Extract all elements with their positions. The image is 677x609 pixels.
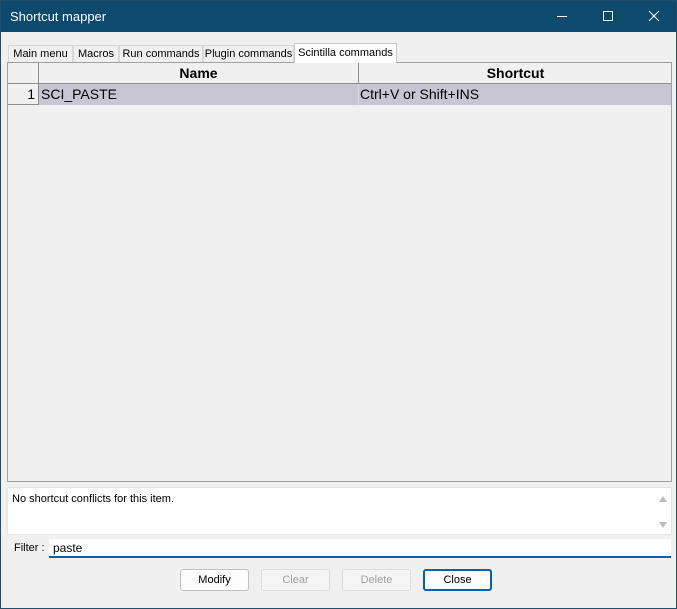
scroll-up-arrow-icon[interactable] (658, 494, 668, 504)
close-button[interactable]: Close (423, 569, 492, 591)
delete-button[interactable]: Delete (342, 569, 411, 591)
conflict-message: No shortcut conflicts for this item. (12, 493, 174, 505)
tab-run-commands[interactable]: Run commands (119, 45, 203, 62)
modify-button[interactable]: Modify (180, 569, 249, 591)
maximize-icon (603, 11, 613, 21)
tab-main-menu[interactable]: Main menu (8, 45, 73, 62)
tab-scintilla-commands[interactable]: Scintilla commands (294, 43, 397, 63)
table-row-name[interactable]: SCI_PASTE (39, 84, 359, 105)
filter-input[interactable] (49, 539, 671, 558)
shortcut-grid[interactable]: Name Shortcut 1 SCI_PASTE Ctrl+V or Shif… (7, 62, 672, 482)
maximize-button[interactable] (585, 1, 631, 32)
minimize-button[interactable] (539, 1, 585, 32)
window-title: Shortcut mapper (10, 9, 107, 24)
tab-macros[interactable]: Macros (73, 45, 119, 62)
close-window-button[interactable] (631, 1, 676, 32)
clear-button[interactable]: Clear (261, 569, 330, 591)
shortcut-mapper-window: Shortcut mapper Main menu Macros Run com… (0, 0, 677, 609)
minimize-icon (557, 16, 567, 17)
conflict-info-box: No shortcut conflicts for this item. (7, 487, 672, 535)
row-number-header (8, 63, 39, 84)
table-row-shortcut[interactable]: Ctrl+V or Shift+INS (359, 84, 671, 105)
column-header-name[interactable]: Name (39, 63, 359, 84)
row-number: 1 (8, 84, 39, 105)
tab-plugin-commands[interactable]: Plugin commands (203, 45, 294, 62)
scroll-down-arrow-icon[interactable] (658, 520, 668, 530)
close-icon (648, 10, 660, 22)
filter-label: Filter : (14, 542, 45, 554)
title-bar[interactable]: Shortcut mapper (1, 1, 676, 32)
column-header-shortcut[interactable]: Shortcut (359, 63, 671, 84)
